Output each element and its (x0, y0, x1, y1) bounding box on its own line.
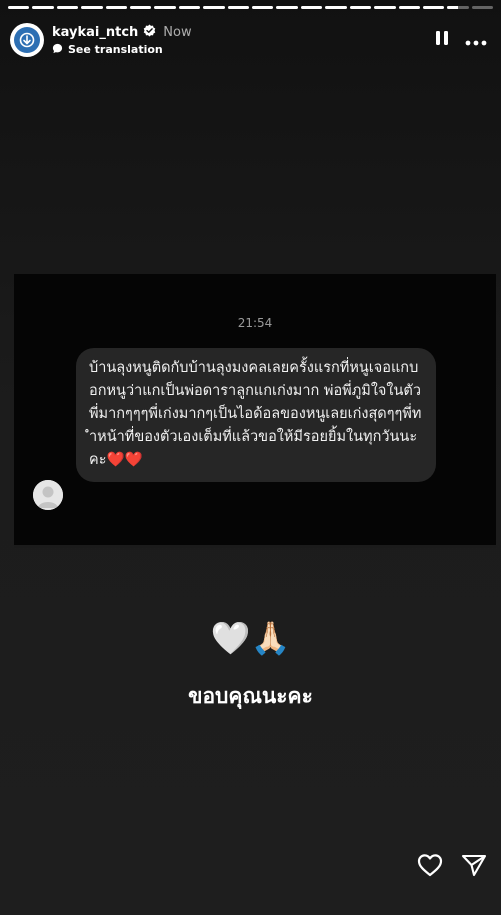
progress-segment (252, 6, 274, 9)
story-header: kaykai_ntch Now See translation (10, 18, 491, 62)
progress-segment-fill (227, 6, 250, 9)
profile-avatar[interactable] (10, 23, 44, 57)
caption-text: ขอบคุณนะคะ (188, 684, 313, 708)
progress-segment (398, 6, 420, 9)
progress-segment (300, 6, 323, 9)
progress-segment (81, 6, 103, 9)
caption-emojis: 🤍🙏🏻 (210, 619, 291, 657)
progress-segment-fill (81, 6, 103, 9)
progress-segment-fill (203, 6, 225, 9)
progress-segment (447, 6, 469, 9)
story-meta: kaykai_ntch Now See translation (52, 23, 192, 57)
progress-segment-fill (447, 6, 459, 9)
story-progress-bar (8, 6, 494, 9)
progress-segment-fill (398, 6, 420, 9)
progress-segment (105, 6, 128, 9)
progress-segment-fill (32, 6, 54, 9)
progress-segment-fill (154, 6, 176, 9)
progress-segment (154, 6, 176, 9)
chat-message-bubble: บ้านลุงหนูติดกับบ้านลุงมงคลเลยครั้งแรกที… (76, 348, 436, 482)
username[interactable]: kaykai_ntch (52, 25, 138, 40)
progress-segment-fill (56, 6, 79, 9)
send-icon[interactable] (461, 853, 487, 881)
see-translation-label: See translation (68, 43, 163, 56)
progress-segment (471, 6, 494, 9)
progress-segment-fill (105, 6, 128, 9)
progress-segment-fill (276, 6, 298, 9)
progress-segment (227, 6, 250, 9)
progress-segment-fill (422, 6, 445, 9)
chat-screenshot: 21:54 บ้านลุงหนูติดกับบ้านลุงมงคลเลยครั้… (14, 274, 496, 548)
progress-segment-fill (8, 6, 30, 9)
progress-segment (203, 6, 225, 9)
progress-segment (8, 6, 30, 9)
progress-segment (32, 6, 54, 9)
pause-icon[interactable] (435, 30, 449, 50)
more-icon[interactable] (465, 31, 487, 50)
post-time: Now (163, 24, 192, 40)
divider (14, 545, 496, 548)
progress-segment (374, 6, 396, 9)
chat-timestamp: 21:54 (237, 316, 273, 330)
progress-segment-fill (349, 6, 372, 9)
see-translation-button[interactable]: See translation (52, 43, 192, 57)
story-viewer[interactable]: kaykai_ntch Now See translation 21:54 บ้… (0, 0, 501, 915)
translate-icon (52, 43, 63, 57)
heart-icon[interactable] (417, 853, 443, 881)
progress-segment (422, 6, 445, 9)
progress-segment (130, 6, 152, 9)
progress-segment (56, 6, 79, 9)
avatar-logo-icon (14, 27, 40, 53)
default-avatar-icon (33, 480, 63, 510)
progress-segment (349, 6, 372, 9)
progress-segment-fill (374, 6, 396, 9)
progress-segment (178, 6, 201, 9)
progress-segment-fill (300, 6, 323, 9)
progress-segment-fill (325, 6, 347, 9)
progress-segment-fill (252, 6, 274, 9)
progress-segment (325, 6, 347, 9)
progress-segment-fill (130, 6, 152, 9)
progress-segment-fill (178, 6, 201, 9)
progress-segment (276, 6, 298, 9)
verified-badge-icon (143, 23, 156, 41)
